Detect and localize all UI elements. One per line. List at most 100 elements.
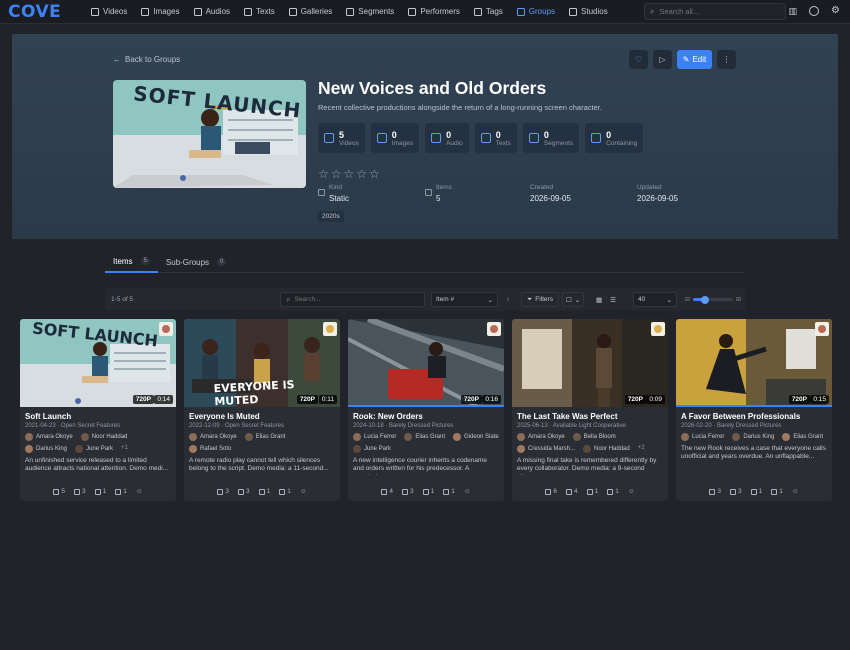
stat-videos[interactable]: 5 Videos — [318, 123, 365, 153]
count-performers[interactable]: 3 — [709, 488, 721, 495]
stat-images[interactable]: 0 Images — [370, 123, 420, 153]
star-icon[interactable]: ☆ — [356, 167, 367, 181]
count-tags[interactable]: 3 — [238, 488, 250, 495]
grid-icon[interactable]: ▦ — [596, 296, 602, 304]
zoom-track[interactable] — [693, 295, 733, 304]
card-title[interactable]: Soft Launch — [20, 407, 176, 421]
count-performers[interactable]: 6 — [545, 488, 557, 495]
per-page-select[interactable]: 40 ⌄ — [633, 292, 677, 307]
performer-chip[interactable]: Amara Okoye — [25, 433, 73, 441]
performer-chip[interactable]: Gideon Slate — [453, 433, 499, 441]
performer-chip[interactable]: Noor Haddad — [80, 433, 127, 441]
more-info-icon[interactable]: ☺ — [628, 488, 635, 495]
count-groups[interactable]: 1 — [258, 488, 270, 495]
count-groups[interactable]: 1 — [94, 488, 106, 495]
count-performers[interactable]: 5 — [53, 488, 65, 495]
list-view-icon[interactable]: ☰ — [610, 296, 616, 304]
card-title[interactable]: Everyone Is Muted — [184, 407, 340, 421]
performer-chip[interactable]: Elias Grant — [782, 433, 823, 441]
count-galleries[interactable]: 1 — [115, 488, 127, 495]
count-galleries[interactable]: 1 — [607, 488, 619, 495]
stat-audio[interactable]: 0 Audio — [425, 123, 469, 153]
help-icon[interactable] — [809, 6, 820, 16]
nav-item-groups[interactable]: Groups — [510, 0, 562, 24]
nav-item-images[interactable]: Images — [134, 0, 186, 24]
count-galleries[interactable]: 1 — [279, 488, 291, 495]
count-tags[interactable]: 3 — [730, 488, 742, 495]
star-icon[interactable]: ☆ — [344, 167, 355, 181]
count-groups[interactable]: 1 — [422, 488, 434, 495]
more-info-icon[interactable]: ☺ — [136, 488, 143, 495]
card-thumbnail[interactable]: 720P 0:09 — [512, 319, 668, 407]
tag-chip[interactable]: 2020s — [318, 211, 344, 222]
card-studio[interactable]: Available Light Cooperative — [553, 423, 626, 429]
star-icon[interactable]: ☆ — [318, 167, 329, 181]
more-info-icon[interactable]: ☺ — [464, 488, 471, 495]
stat-segments[interactable]: 0 Segments — [522, 123, 580, 153]
group-cover-image[interactable]: SOFT LAUNCH — [113, 80, 306, 188]
performer-chip[interactable]: Elias Grant — [404, 433, 445, 441]
card-studio[interactable]: Barely Dressed Pictures — [389, 423, 453, 429]
performer-chip[interactable]: Rafael Soto — [189, 445, 231, 453]
performer-chip[interactable]: Lucia Ferrer — [681, 433, 724, 441]
count-performers[interactable]: 3 — [217, 488, 229, 495]
performer-chip[interactable]: Elias Grant — [244, 433, 285, 441]
item-card[interactable]: EVERYONE IS MUTED 720P 0:11 Everyone Is Mut… — [184, 319, 340, 501]
item-card[interactable]: 720P 0:16 Rook: New Orders 2024-10-18 · Bar… — [348, 319, 504, 501]
more-performers[interactable]: +2 — [638, 445, 645, 453]
gear-icon[interactable]: ⚙ — [831, 6, 840, 17]
item-card[interactable]: 720P 0:15 A Favor Between Professionals 202… — [676, 319, 832, 501]
item-card[interactable]: 720P 0:09 The Last Take Was Perfect 2025-06… — [512, 319, 668, 501]
favorite-button[interactable]: ♡ — [629, 50, 648, 69]
tab-items[interactable]: Items 5 — [105, 251, 158, 273]
nav-item-audios[interactable]: Audios — [187, 0, 237, 24]
zoom-handle[interactable] — [701, 295, 710, 304]
performer-chip[interactable]: Noor Haddad — [583, 445, 630, 453]
item-card[interactable]: SOFT LAUNCH 720P 0:14 Soft Launch 2021-04-23… — [20, 319, 176, 501]
performer-chip[interactable]: Bella Bloom — [572, 433, 616, 441]
card-title[interactable]: Rook: New Orders — [348, 407, 504, 421]
play-button[interactable]: ▷ — [653, 50, 672, 69]
card-thumbnail[interactable]: 720P 0:15 — [676, 319, 832, 407]
stat-texts[interactable]: 0 Texts — [474, 123, 517, 153]
app-logo[interactable]: COVE — [8, 2, 78, 22]
items-search-input[interactable] — [294, 296, 415, 303]
sort-direction-button[interactable]: ↑ — [502, 292, 514, 307]
performer-chip[interactable]: Cressida Marsh... — [517, 445, 575, 453]
filters-button[interactable]: ⏷ Filters — [521, 292, 559, 307]
count-galleries[interactable]: 1 — [443, 488, 455, 495]
nav-item-studios[interactable]: Studios — [562, 0, 615, 24]
items-search[interactable]: ⌕ — [280, 292, 425, 307]
view-mode-toggle[interactable]: ▦ ☰ — [592, 292, 620, 307]
count-groups[interactable]: 1 — [750, 488, 762, 495]
nav-item-performers[interactable]: Performers — [401, 0, 467, 24]
card-thumbnail[interactable]: 720P 0:16 — [348, 319, 504, 407]
count-tags[interactable]: 3 — [402, 488, 414, 495]
performer-chip[interactable]: Amara Okoye — [189, 433, 237, 441]
select-mode-button[interactable]: ☐ ⌄ — [562, 292, 584, 307]
performer-chip[interactable]: Lucia Ferrer — [353, 433, 396, 441]
card-thumbnail[interactable]: SOFT LAUNCH 720P 0:14 — [20, 319, 176, 407]
count-tags[interactable]: 3 — [74, 488, 86, 495]
global-search[interactable]: ⌕ — [644, 3, 786, 20]
performer-chip[interactable]: June Park — [353, 445, 391, 453]
back-link[interactable]: ← Back to Groups — [113, 55, 180, 64]
nav-item-tags[interactable]: Tags — [467, 0, 510, 24]
card-title[interactable]: A Favor Between Professionals — [676, 407, 832, 421]
card-studio[interactable]: Open Secret Features — [61, 423, 120, 429]
stat-containing[interactable]: 0 Containing — [585, 123, 644, 153]
card-title[interactable]: The Last Take Was Perfect — [512, 407, 668, 421]
performer-chip[interactable]: Darius King — [732, 433, 774, 441]
more-info-icon[interactable]: ☺ — [300, 488, 307, 495]
stats-icon[interactable]: ▥ — [789, 6, 798, 17]
performer-chip[interactable]: Amara Okoye — [517, 433, 565, 441]
more-options-button[interactable]: ⋮ — [717, 50, 736, 69]
more-performers[interactable]: +1 — [121, 445, 128, 453]
performer-chip[interactable]: June Park — [75, 445, 113, 453]
star-icon[interactable]: ☆ — [369, 167, 380, 181]
star-icon[interactable]: ☆ — [331, 167, 342, 181]
nav-item-texts[interactable]: Texts — [237, 0, 282, 24]
card-thumbnail[interactable]: EVERYONE IS MUTED 720P 0:11 — [184, 319, 340, 407]
nav-item-galleries[interactable]: Galleries — [282, 0, 340, 24]
card-studio[interactable]: Open Secret Features — [225, 423, 284, 429]
